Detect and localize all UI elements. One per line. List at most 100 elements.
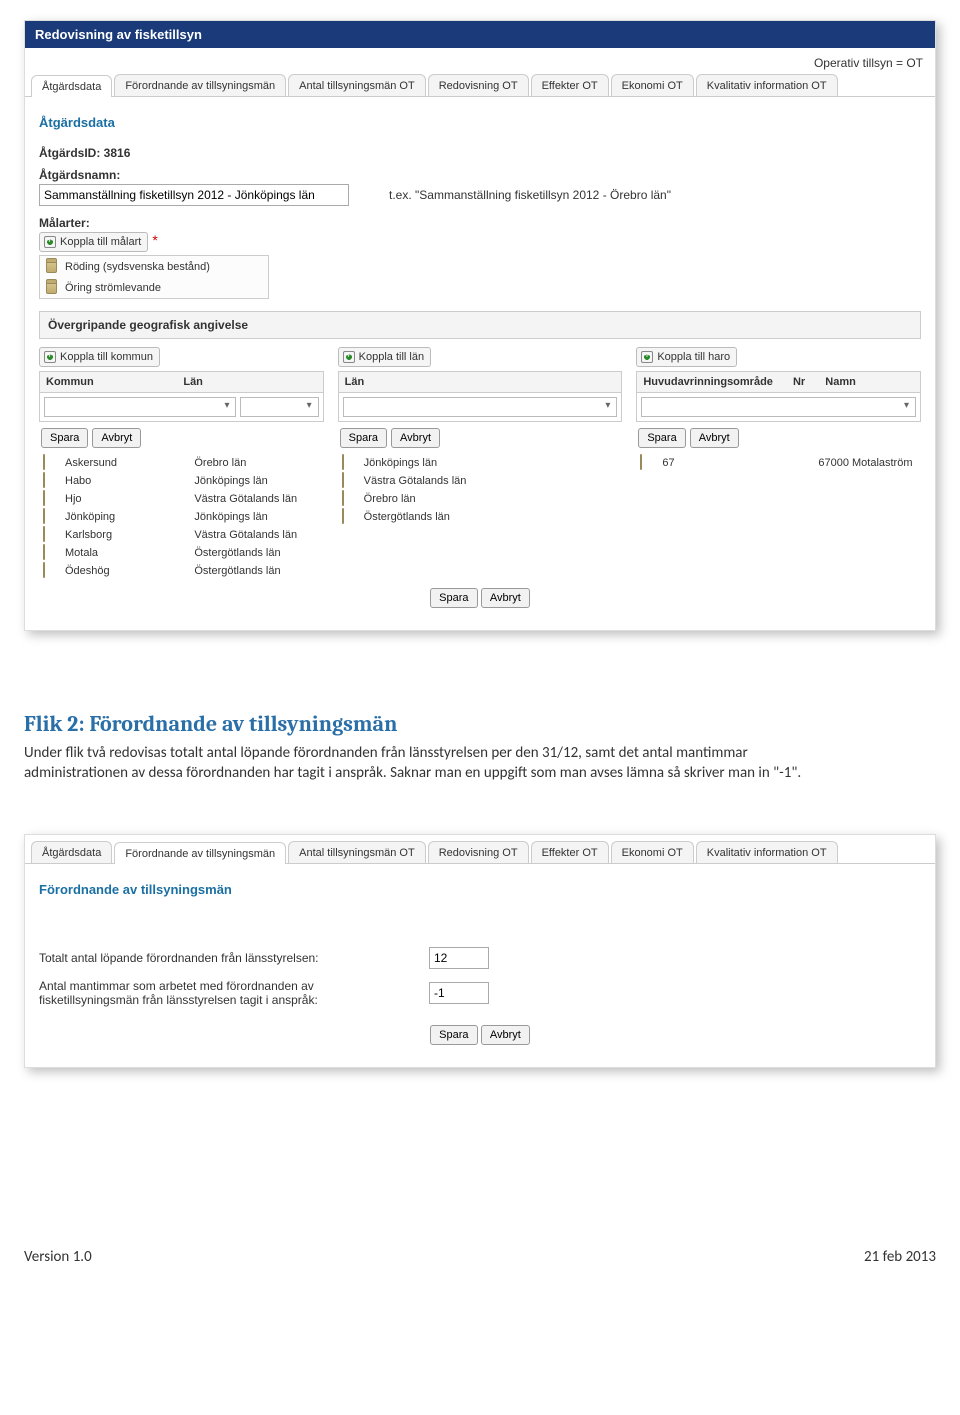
trash-icon[interactable]: [342, 510, 344, 524]
kommun-cell: Habo: [65, 475, 190, 487]
tab-forordnande[interactable]: Förordnande av tillsyningsmän: [114, 74, 286, 96]
koppla-malart-label: Koppla till målart: [60, 236, 141, 248]
trash-icon[interactable]: [342, 456, 344, 470]
namn-cell: 67000 Motalaström: [818, 457, 917, 469]
lan-only-filter-select[interactable]: [343, 397, 618, 417]
koppla-kommun-button[interactable]: Koppla till kommun: [39, 347, 160, 367]
koppla-malart-button[interactable]: Koppla till målart: [39, 232, 148, 252]
required-asterisk: *: [152, 232, 157, 248]
table-row: ÖdeshögÖstergötlands län: [39, 562, 324, 580]
table-row: Örebro län: [338, 490, 623, 508]
kommun-cell: Motala: [65, 547, 190, 559]
koppla-haro-button[interactable]: Koppla till haro: [636, 347, 737, 367]
narrative-heading: Flik 2: Förordnande av tillsyningsmän: [24, 711, 936, 737]
page2-avbryt-button[interactable]: Avbryt: [481, 1025, 530, 1045]
trash-icon[interactable]: [46, 260, 57, 273]
trash-icon[interactable]: [43, 564, 45, 578]
footer-date: 21 feb 2013: [864, 1248, 936, 1266]
tab-redovisning-ot[interactable]: Redovisning OT: [428, 841, 529, 863]
field2-input[interactable]: [429, 982, 489, 1004]
lan-cell: Östergötlands län: [194, 565, 319, 577]
koppla-haro-label: Koppla till haro: [657, 351, 730, 363]
table-row: HjoVästra Götalands län: [39, 490, 324, 508]
kommun-cell: Askersund: [65, 457, 190, 469]
field1-input[interactable]: [429, 947, 489, 969]
avbryt-button[interactable]: Avbryt: [92, 428, 141, 448]
lan-cell: Jönköpings län: [194, 475, 319, 487]
lan-cell: Jönköpings län: [194, 511, 319, 523]
avbryt-button[interactable]: Avbryt: [391, 428, 440, 448]
tab-atgardsdata[interactable]: Åtgärdsdata: [31, 75, 112, 97]
table-row: 67 67000 Motalaström: [636, 454, 921, 472]
table-row: Jönköpings län: [338, 454, 623, 472]
trash-icon[interactable]: [43, 474, 45, 488]
kommun-cell: Hjo: [65, 493, 190, 505]
tab-antal-ot[interactable]: Antal tillsyningsmän OT: [288, 74, 426, 96]
lan-cell: Örebro län: [194, 457, 319, 469]
table-row: Motala Östergötlands län: [39, 544, 324, 562]
trash-icon[interactable]: [342, 474, 344, 488]
tab-atgardsdata[interactable]: Åtgärdsdata: [31, 841, 112, 863]
trash-icon[interactable]: [640, 456, 642, 470]
tab-kvalitativ-ot[interactable]: Kvalitativ information OT: [696, 74, 838, 96]
window-title: Redovisning av fisketillsyn: [25, 21, 935, 48]
spara-button[interactable]: Spara: [340, 428, 387, 448]
lan-cell: Örebro län: [364, 493, 619, 505]
tab-antal-ot[interactable]: Antal tillsyningsmän OT: [288, 841, 426, 863]
koppla-kommun-label: Koppla till kommun: [60, 351, 153, 363]
col-nr: Nr: [777, 376, 821, 388]
page-spara-button[interactable]: Spara: [430, 588, 477, 608]
trash-icon[interactable]: [43, 510, 45, 524]
plus-icon: [343, 351, 355, 363]
tab-ekonomi-ot[interactable]: Ekonomi OT: [611, 841, 694, 863]
kommun-column: Koppla till kommun Kommun Län Spara Avbr…: [39, 347, 324, 580]
species-name: Röding (sydsvenska bestånd): [65, 261, 210, 273]
lan-filter-select[interactable]: [240, 397, 318, 417]
col-huvud: Huvudavrinningsområde: [643, 376, 773, 388]
koppla-lan-button[interactable]: Koppla till län: [338, 347, 431, 367]
tab-redovisning-ot[interactable]: Redovisning OT: [428, 74, 529, 96]
spara-button[interactable]: Spara: [638, 428, 685, 448]
tab-kvalitativ-ot[interactable]: Kvalitativ information OT: [696, 841, 838, 863]
atgardsnamn-input[interactable]: [39, 184, 349, 206]
tab-strip-1: Åtgärdsdata Förordnande av tillsyningsmä…: [25, 74, 935, 97]
section-title-2: Förordnande av tillsyningsmän: [39, 882, 921, 897]
field2-label: Antal mantimmar som arbetet med förordna…: [39, 979, 399, 1007]
footer-version: Version 1.0: [24, 1248, 92, 1266]
plus-icon: [44, 351, 56, 363]
lan-column: Koppla till län Län Spara Avbryt Jönköpi…: [338, 347, 623, 580]
kommun-cell: Karlsborg: [65, 529, 190, 541]
trash-icon[interactable]: [43, 546, 45, 560]
trash-icon[interactable]: [46, 281, 57, 294]
tab-ekonomi-ot[interactable]: Ekonomi OT: [611, 74, 694, 96]
lan-cell: Östergötlands län: [194, 547, 319, 559]
tab-strip-2: Åtgärdsdata Förordnande av tillsyningsmä…: [25, 835, 935, 864]
col-lan: Län: [345, 376, 616, 388]
table-row: Askersund Örebro län: [39, 454, 324, 472]
plus-icon: [44, 236, 56, 248]
page-avbryt-button[interactable]: Avbryt: [481, 588, 530, 608]
haro-filter-select[interactable]: [641, 397, 916, 417]
avbryt-button[interactable]: Avbryt: [690, 428, 739, 448]
trash-icon[interactable]: [43, 492, 45, 506]
trash-icon[interactable]: [43, 456, 45, 470]
lan-cell: Östergötlands län: [364, 511, 619, 523]
page2-spara-button[interactable]: Spara: [430, 1025, 477, 1045]
col-lan: Län: [183, 376, 316, 388]
kommun-filter-select[interactable]: [44, 397, 236, 417]
list-item: Öring strömlevande: [40, 277, 268, 298]
tab-forordnande[interactable]: Förordnande av tillsyningsmän: [114, 842, 286, 864]
spara-button[interactable]: Spara: [41, 428, 88, 448]
lan-cell: Västra Götalands län: [364, 475, 619, 487]
geo-header: Övergripande geografisk angivelse: [39, 311, 921, 339]
screenshot-2: Åtgärdsdata Förordnande av tillsyningsmä…: [24, 834, 936, 1068]
trash-icon[interactable]: [43, 528, 45, 542]
tab-effekter-ot[interactable]: Effekter OT: [531, 841, 609, 863]
trash-icon[interactable]: [342, 492, 344, 506]
col-kommun: Kommun: [46, 376, 179, 388]
tab-effekter-ot[interactable]: Effekter OT: [531, 74, 609, 96]
page-footer: Version 1.0 21 feb 2013: [24, 1248, 936, 1286]
haro-column: Koppla till haro Huvudavrinningsområde N…: [636, 347, 921, 580]
table-row: Habo Jönköpings län: [39, 472, 324, 490]
haro-cell: 67: [662, 457, 761, 469]
